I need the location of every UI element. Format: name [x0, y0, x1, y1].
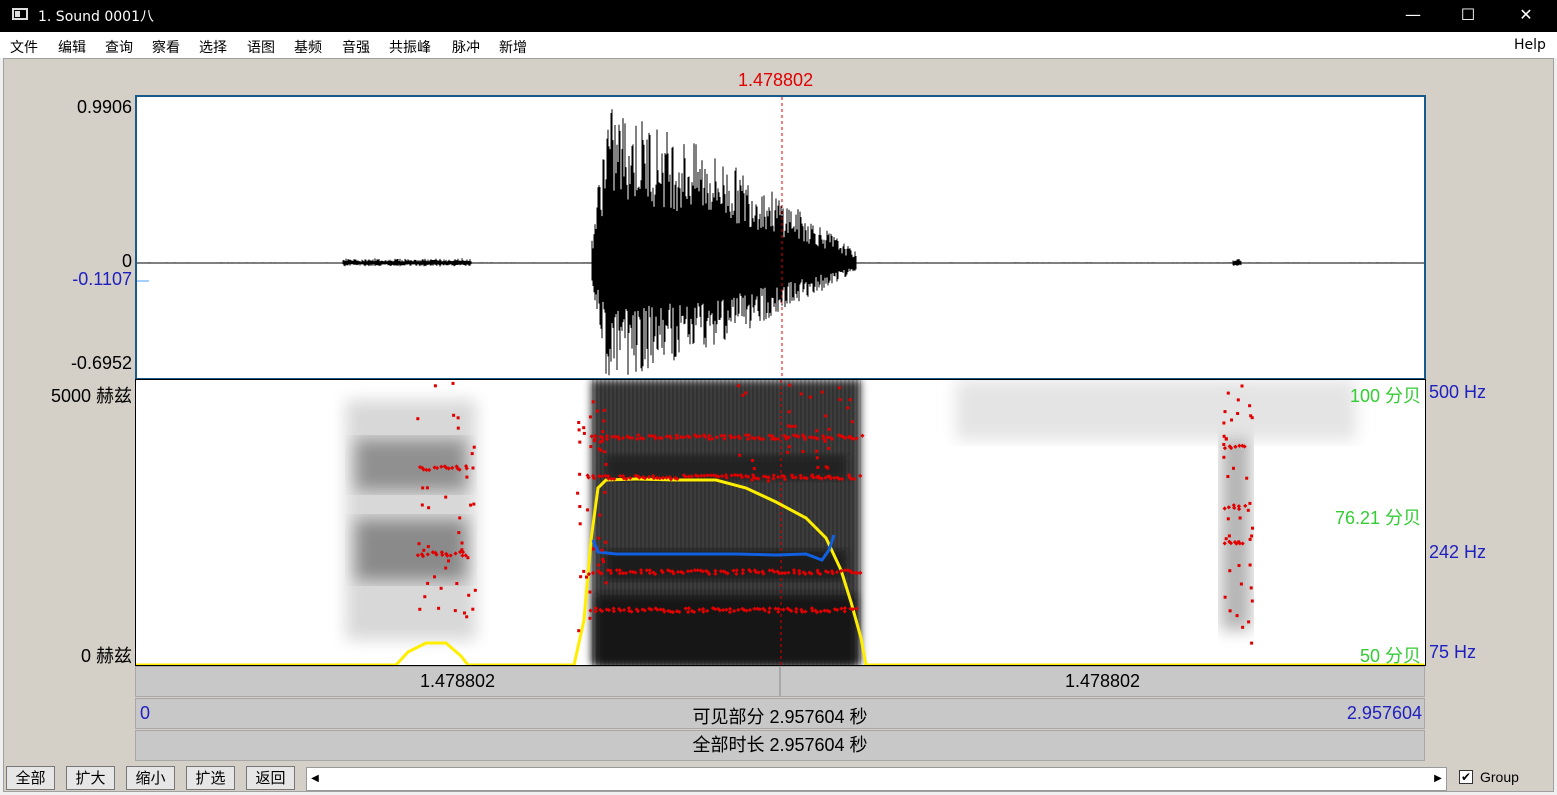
scroll-left-icon[interactable]: ◀ [307, 768, 323, 790]
menu-file[interactable]: 文件 [10, 37, 38, 57]
freq-max-label: 5000 赫兹 [50, 386, 132, 406]
zoom-to-selection-button[interactable]: 扩选 [186, 766, 235, 790]
zoom-in-button[interactable]: 扩大 [66, 766, 115, 790]
waveform-trace [137, 109, 1424, 376]
visible-end-label: 2.957604 [1346, 703, 1422, 723]
left-segment-bar[interactable]: 1.478802 [135, 666, 780, 697]
intensity-min-label: 50 分贝 [1359, 646, 1421, 666]
zoom-back-button[interactable]: 返回 [246, 766, 295, 790]
menu-pitch[interactable]: 基频 [294, 37, 322, 57]
horizontal-scrollbar[interactable]: ◀ ▶ [306, 767, 1447, 791]
right-segment-bar[interactable]: 1.478802 [780, 666, 1425, 697]
group-label: Group [1480, 769, 1519, 785]
menu-help[interactable]: Help [1514, 37, 1546, 53]
window-title: 1. Sound 0001八 [38, 9, 154, 25]
waveform-min-label: -0.6952 [70, 353, 132, 373]
menu-bar: 文件 编辑 查询 察看 选择 语图 基频 音强 共振峰 脉冲 新增 Help [0, 32, 1557, 58]
menu-intensity[interactable]: 音强 [342, 37, 370, 57]
close-button[interactable]: ✕ [1503, 0, 1549, 32]
show-all-button[interactable]: 全部 [6, 766, 55, 790]
menu-new[interactable]: 新增 [499, 37, 527, 57]
pitch-cursor-label: 242 Hz [1429, 542, 1487, 562]
intensity-max-label: 100 分贝 [1349, 386, 1421, 406]
intensity-cursor-label: 76.21 分贝 [1334, 508, 1421, 528]
menu-spectrum[interactable]: 语图 [247, 37, 275, 57]
app-icon [12, 8, 28, 20]
menu-edit[interactable]: 编辑 [58, 37, 86, 57]
menu-select[interactable]: 选择 [199, 37, 227, 57]
waveform-panel[interactable] [135, 95, 1426, 380]
title-bar: 1. Sound 0001八 — ☐ ✕ [0, 0, 1557, 32]
waveform-cursor-value: -0.1107 [72, 269, 132, 289]
cursor-time-label: 1.478802 [738, 70, 814, 90]
total-duration-bar[interactable]: 全部时长 2.957604 秒 [135, 730, 1425, 761]
minimize-button[interactable]: — [1390, 0, 1436, 32]
spectrogram-plot [136, 380, 1425, 665]
pitch-min-label: 75 Hz [1429, 642, 1477, 662]
freq-min-label: 0 赫兹 [80, 646, 132, 666]
group-checkbox[interactable]: ✔ [1459, 770, 1473, 784]
menu-pulses[interactable]: 脉冲 [452, 37, 480, 57]
spectrogram-panel[interactable]: 100 分贝 76.21 分贝 50 分贝 [135, 379, 1426, 666]
scroll-right-icon[interactable]: ▶ [1430, 768, 1446, 790]
waveform-max-label: 0.9906 [76, 97, 132, 117]
waveform-plot [137, 97, 1424, 378]
pitch-max-label: 500 Hz [1429, 382, 1487, 402]
zoom-out-button[interactable]: 缩小 [126, 766, 175, 790]
menu-formant[interactable]: 共振峰 [389, 37, 431, 57]
maximize-button[interactable]: ☐ [1445, 0, 1491, 32]
visible-duration-label: 可见部分 2.957604 秒 [692, 707, 868, 727]
menu-view[interactable]: 察看 [152, 37, 180, 57]
menu-query[interactable]: 查询 [105, 37, 133, 57]
visible-part-bar[interactable]: 0 可见部分 2.957604 秒 2.957604 [135, 698, 1425, 729]
